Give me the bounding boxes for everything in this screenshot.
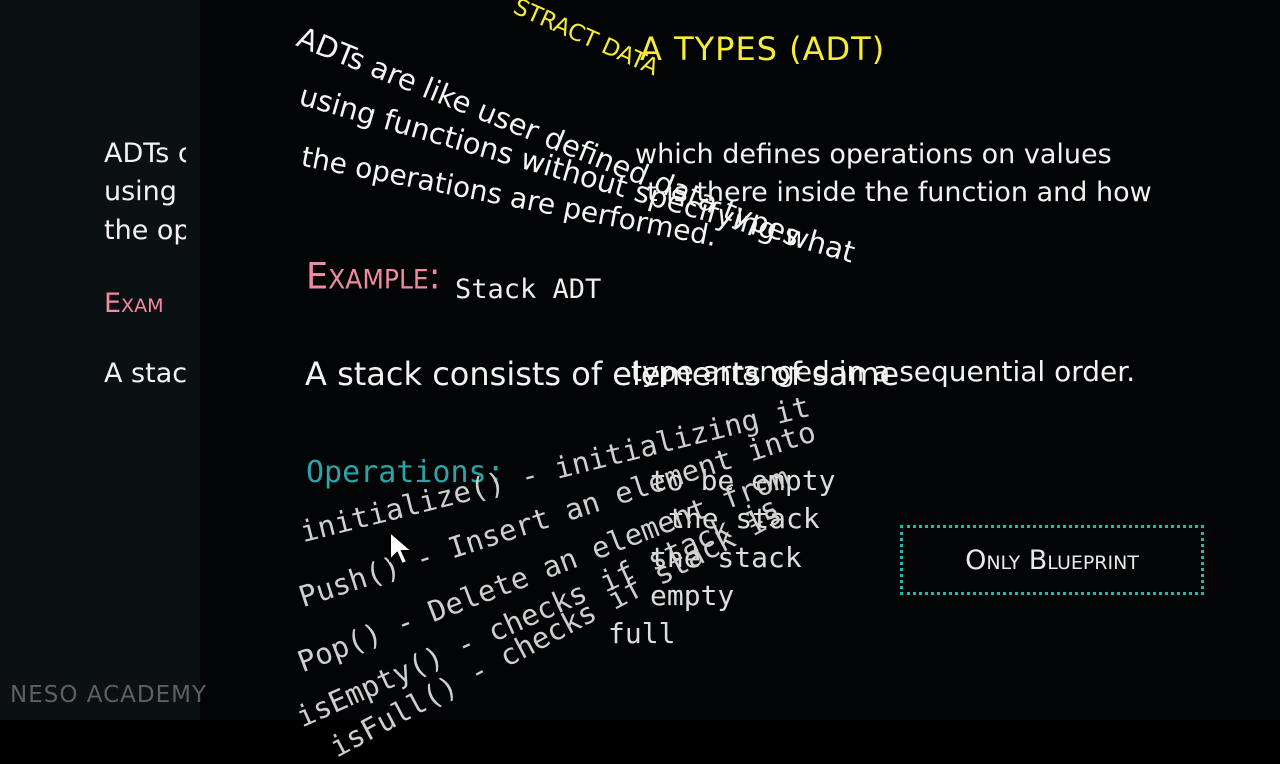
left-panel: ADTs c using the op Exam A stac xyxy=(0,0,200,720)
neso-logo: NESO ACADEMY xyxy=(10,682,208,708)
left-line-4: A stac xyxy=(104,358,186,389)
example-value: Stack ADT xyxy=(455,274,602,305)
left-example: Exam xyxy=(104,288,164,319)
blueprint-label: Only Blueprint xyxy=(965,544,1139,576)
arrow-cursor-icon xyxy=(388,529,415,566)
left-clipped-text: ADTs c using the op Exam A stac xyxy=(104,138,186,398)
example-label: Example: xyxy=(306,256,441,298)
left-line-1: ADTs c xyxy=(104,138,186,169)
paragraph-right-1: which defines operations on values xyxy=(635,139,1112,170)
left-line-3: the op xyxy=(104,215,186,246)
paragraph-right-2: t is there inside the function and how xyxy=(647,177,1152,208)
blueprint-box: Only Blueprint xyxy=(900,525,1204,595)
page-title: A TYPES (ADT) xyxy=(640,30,886,68)
operation-right-5: full xyxy=(608,617,676,650)
stack-text-right: type arranged in a sequential order. xyxy=(631,355,1136,388)
left-line-2: using xyxy=(104,176,177,207)
